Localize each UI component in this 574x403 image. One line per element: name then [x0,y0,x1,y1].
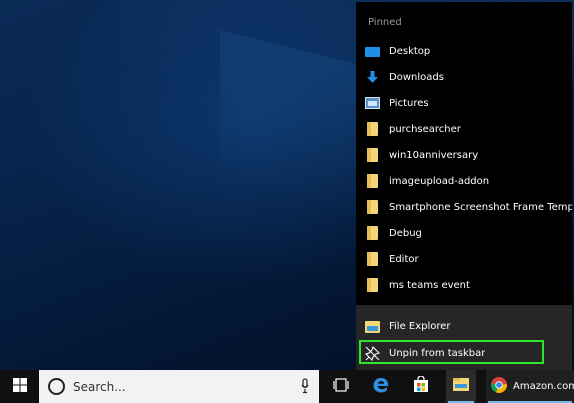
folder-icon [367,174,378,188]
windows-logo-icon [12,377,27,396]
pinned-item-label: Editor [389,253,419,265]
section-header-pinned: Pinned [368,17,402,28]
cortana-icon [48,378,65,395]
file-explorer-item[interactable]: File Explorer [356,313,572,339]
pinned-item-label: purchsearcher [389,123,461,135]
start-button[interactable] [0,370,39,403]
pinned-item-purchsearcher[interactable]: purchsearcher [356,116,572,142]
folder-icon [367,200,378,214]
pinned-item-debug[interactable]: Debug [356,220,572,246]
file-explorer-icon [365,321,380,333]
jump-list-footer: File Explorer Unpin from taskbar [356,305,572,370]
chrome-taskbar-button[interactable]: Amazon.com: [486,370,574,403]
file-explorer-label: File Explorer [389,320,451,332]
store-icon [413,375,429,397]
pinned-item-imageupload-addon[interactable]: imageupload-addon [356,168,572,194]
pinned-item-label: Debug [389,227,422,239]
jump-list: Pinned Desktop Downloads Pictures purchs… [356,2,572,370]
pinned-item-smartphone-screenshot-frame[interactable]: Smartphone Screenshot Frame Templa... [356,194,572,220]
pinned-item-label: Pictures [389,97,429,109]
chrome-icon [490,376,508,398]
folder-icon [367,278,378,292]
pinned-item-editor[interactable]: Editor [356,246,572,272]
folder-icon [367,252,378,266]
pinned-item-label: Desktop [389,45,431,57]
edge-icon [372,376,390,398]
pinned-item-label: Smartphone Screenshot Frame Templa... [389,201,572,213]
folder-icon [367,226,378,240]
task-view-button[interactable] [326,370,356,403]
search-placeholder: Search... [73,379,126,394]
pinned-item-ms-teams-event[interactable]: ms teams event [356,272,572,298]
search-box[interactable]: Search... [39,370,319,403]
unpin-icon [364,345,381,361]
chrome-window-label: Amazon.com: [513,381,574,392]
folder-icon [367,148,378,162]
file-explorer-taskbar-button[interactable] [446,370,476,403]
file-explorer-icon [452,377,470,396]
pinned-item-label: win10anniversary [389,149,479,161]
desktop-icon [365,47,380,57]
task-view-icon [333,377,349,396]
pinned-item-label: ms teams event [389,279,470,291]
pinned-item-label: imageupload-addon [389,175,490,187]
edge-taskbar-button[interactable] [366,370,396,403]
pinned-item-win10anniversary[interactable]: win10anniversary [356,142,572,168]
pinned-item-label: Downloads [389,71,444,83]
folder-icon [367,122,378,136]
pictures-icon [365,97,380,109]
unpin-from-taskbar-item[interactable]: Unpin from taskbar [356,340,572,366]
store-taskbar-button[interactable] [406,370,436,403]
downloads-icon [365,70,380,85]
pinned-item-desktop[interactable]: Desktop [356,38,572,64]
taskbar: Search... Amazon.com [0,370,574,403]
microphone-icon[interactable] [301,378,309,394]
unpin-label: Unpin from taskbar [389,347,486,359]
pinned-item-pictures[interactable]: Pictures [356,90,572,116]
pinned-item-downloads[interactable]: Downloads [356,64,572,90]
pinned-list: Desktop Downloads Pictures purchsearcher… [356,38,572,298]
